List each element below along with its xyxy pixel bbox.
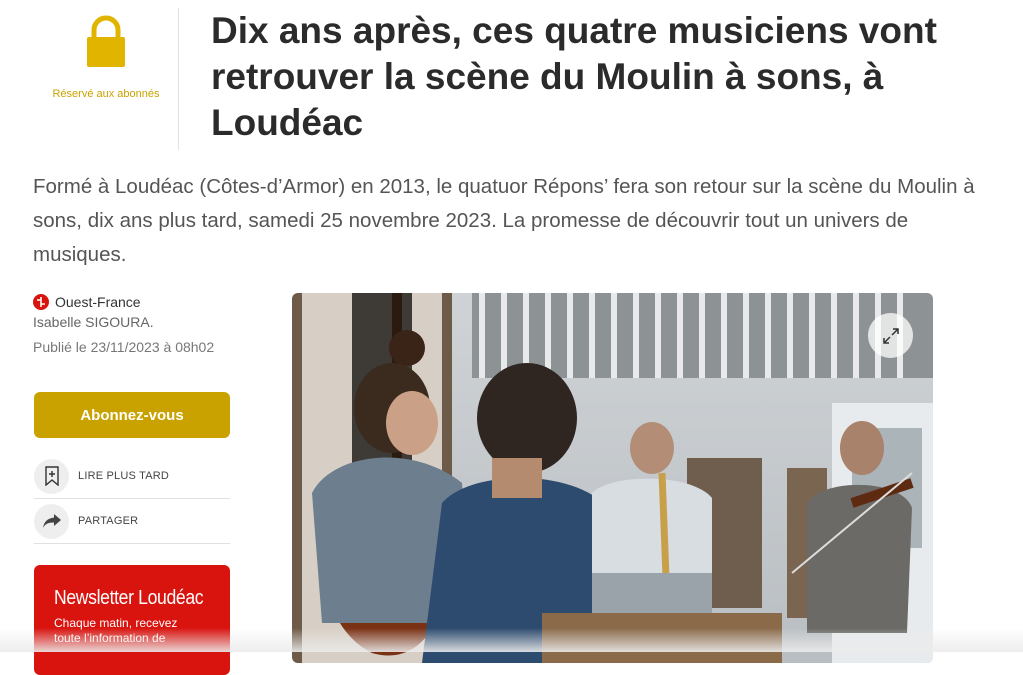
subscribe-button[interactable]: Abonnez-vous xyxy=(34,392,230,438)
author-name: Isabelle SIGOURA. xyxy=(33,314,154,330)
expand-photo-button[interactable] xyxy=(868,313,913,358)
read-later-label: LIRE PLUS TARD xyxy=(78,470,170,482)
article-photo[interactable] xyxy=(292,293,933,663)
article-meta: Ouest-France Isabelle SIGOURA. Publié le… xyxy=(33,294,233,355)
bookmark-icon xyxy=(44,466,59,486)
expand-icon xyxy=(882,327,899,344)
premium-label: Réservé aux abonnés xyxy=(52,88,160,100)
musicians-photo xyxy=(292,293,933,663)
read-later-button[interactable]: LIRE PLUS TARD xyxy=(34,454,230,499)
share-button[interactable]: PARTAGER xyxy=(34,499,230,544)
article-title: Dix ans après, ces quatre musiciens vont… xyxy=(211,10,937,143)
publish-date: Publié le 23/11/2023 à 08h02 xyxy=(33,339,215,355)
header-divider xyxy=(178,8,179,150)
newsletter-title: Newsletter Loudéac xyxy=(54,587,204,609)
bookmark-icon-wrap xyxy=(34,458,69,494)
share-icon-wrap xyxy=(34,503,69,539)
bottom-fade xyxy=(0,628,1023,652)
ouest-france-logo-icon xyxy=(33,294,49,310)
share-label: PARTAGER xyxy=(78,515,139,527)
newsletter-promo[interactable]: Newsletter Loudéac Chaque matin, recevez… xyxy=(34,565,230,675)
source-name[interactable]: Ouest-France xyxy=(55,294,141,310)
article-lead: Formé à Loudéac (Côtes-d’Armor) en 2013,… xyxy=(33,175,975,266)
source-line: Ouest-France xyxy=(33,294,233,310)
lock-icon xyxy=(87,15,125,67)
premium-badge: Réservé aux abonnés xyxy=(52,14,160,101)
share-arrow-icon xyxy=(42,514,61,528)
